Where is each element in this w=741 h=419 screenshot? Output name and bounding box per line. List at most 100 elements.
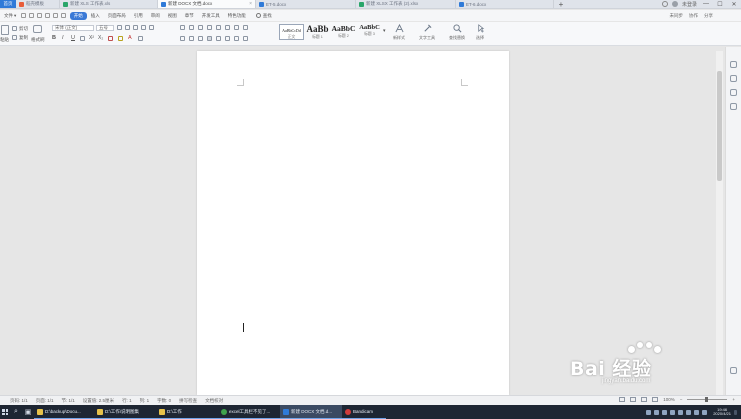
taskbar-item-images-folder[interactable]: D:\工作\说明图集: [94, 405, 156, 419]
align-right-icon[interactable]: [198, 36, 203, 41]
taskbar-item-bandicam[interactable]: Bandicam: [342, 405, 386, 419]
taskbar-clock[interactable]: 19:46 2020/4/21: [713, 407, 731, 417]
select-pane-icon[interactable]: [730, 75, 737, 82]
tray-app-icon[interactable]: [670, 409, 676, 415]
menu-insert[interactable]: 插入: [87, 12, 104, 20]
login-status[interactable]: 未登录: [682, 1, 697, 8]
doc-tab-xls[interactable]: 新建 XLS 工作表.xls: [60, 0, 158, 8]
tray-app-icon[interactable]: [646, 409, 652, 415]
decrease-indent-icon[interactable]: [198, 25, 203, 30]
char-border-icon[interactable]: [149, 25, 154, 30]
status-spell-check[interactable]: 拼写检查: [179, 398, 197, 404]
avatar[interactable]: [671, 1, 678, 7]
zoom-slider-knob[interactable]: [705, 397, 709, 402]
sort-icon[interactable]: [225, 25, 230, 30]
taskbar-item-work-folder[interactable]: D:\工作: [156, 405, 218, 419]
doc-tab-et5[interactable]: ET-5.docx: [256, 0, 356, 8]
text-tools-button[interactable]: 文字工具: [416, 24, 438, 41]
doc-tab-et6[interactable]: ET-6.docx: [456, 0, 554, 8]
numbered-list-icon[interactable]: [189, 25, 194, 30]
volume-icon[interactable]: [694, 409, 700, 415]
zoom-out-icon[interactable]: −: [680, 397, 683, 402]
new-tab-button[interactable]: +: [554, 0, 568, 9]
style-heading-1[interactable]: AaBb 标题 1: [305, 24, 330, 40]
select-button[interactable]: 选择: [469, 24, 491, 41]
menu-developer[interactable]: 开发工具: [198, 12, 224, 20]
file-menu[interactable]: 文件 ▾: [1, 13, 19, 19]
grow-font-icon[interactable]: [117, 25, 122, 30]
styles-more-icon[interactable]: ▾: [383, 28, 386, 34]
style-heading-3[interactable]: AaBbC 标题 3: [357, 24, 382, 40]
property-pane-icon[interactable]: [730, 89, 737, 96]
search-icon[interactable]: ⌕: [10, 405, 22, 419]
bullet-list-icon[interactable]: [180, 25, 185, 30]
subscript-icon[interactable]: X₂: [98, 35, 103, 41]
format-painter-label[interactable]: 格式刷: [31, 37, 45, 43]
line-spacing-icon[interactable]: [225, 36, 230, 41]
help-icon[interactable]: [661, 1, 668, 7]
style-pane-icon[interactable]: [730, 61, 737, 68]
save-icon[interactable]: [28, 13, 34, 18]
paste-icon[interactable]: [1, 25, 9, 35]
find-replace-button[interactable]: 查找替换: [446, 24, 468, 41]
taskbar-item-backup-folder[interactable]: D:\backup\Docu...: [34, 405, 94, 419]
maximize-button[interactable]: ☐: [715, 1, 725, 8]
home-tab[interactable]: 首页: [0, 0, 16, 8]
font-name-select[interactable]: 宋体 (正文): [52, 25, 94, 31]
menu-review[interactable]: 审阅: [147, 12, 164, 20]
open-icon[interactable]: [20, 13, 26, 18]
scrollbar-thumb[interactable]: [717, 71, 722, 181]
align-left-icon[interactable]: [180, 36, 185, 41]
text-effect-icon[interactable]: [108, 36, 113, 41]
clear-format-icon[interactable]: [133, 25, 138, 30]
outline-view-icon[interactable]: [630, 397, 637, 402]
input-method-icon[interactable]: [702, 409, 708, 415]
task-view-icon[interactable]: ▣: [22, 405, 34, 419]
chinese-layout-icon[interactable]: [216, 25, 221, 30]
highlight-icon[interactable]: [118, 36, 123, 41]
redo-icon[interactable]: [60, 13, 66, 18]
page-view-icon[interactable]: [619, 397, 626, 402]
menu-home[interactable]: 开始: [69, 11, 87, 20]
zoom-in-icon[interactable]: +: [732, 397, 735, 402]
backup-pane-icon[interactable]: [730, 103, 737, 110]
zoom-level[interactable]: 100%: [663, 397, 675, 402]
align-center-icon[interactable]: [189, 36, 194, 41]
copy-label[interactable]: 复制: [19, 35, 28, 41]
copy-icon[interactable]: [12, 35, 17, 40]
paragraph-borders-icon[interactable]: [243, 36, 248, 41]
search-command[interactable]: 查找: [255, 13, 272, 19]
tray-app-icon[interactable]: [654, 409, 660, 415]
status-page-number[interactable]: 页码: 1/1: [10, 398, 28, 404]
close-tab-icon[interactable]: ×: [249, 1, 252, 7]
menu-features[interactable]: 特色功能: [224, 12, 250, 20]
zoom-slider[interactable]: [687, 397, 728, 402]
start-button[interactable]: [0, 405, 10, 419]
tray-app-icon[interactable]: [662, 409, 668, 415]
bold-icon[interactable]: B: [52, 35, 56, 41]
web-view-icon[interactable]: [641, 397, 648, 402]
doc-tab-templates[interactable]: 稻壳模板: [16, 0, 60, 8]
underline-icon[interactable]: U: [71, 35, 75, 41]
print-icon[interactable]: [36, 13, 42, 18]
new-style-button[interactable]: 新样式: [388, 24, 410, 41]
close-window-button[interactable]: ✕: [729, 1, 739, 8]
network-icon[interactable]: [686, 409, 692, 415]
preview-icon[interactable]: [44, 13, 50, 18]
cut-icon[interactable]: [12, 26, 17, 31]
cut-label[interactable]: 剪切: [19, 26, 28, 32]
document-page[interactable]: [197, 51, 509, 395]
status-proofread[interactable]: 文档校对: [205, 398, 223, 404]
paste-label[interactable]: 粘贴: [0, 37, 9, 43]
taskbar-item-browser[interactable]: excel工具栏不见了...: [218, 405, 280, 419]
undo-icon[interactable]: [52, 13, 58, 18]
shrink-font-icon[interactable]: [125, 25, 130, 30]
doc-tab-docx-active[interactable]: 新建 DOCX 文档.docx ×: [158, 0, 256, 8]
superscript-icon[interactable]: X²: [89, 35, 94, 41]
doc-tab-xlsx[interactable]: 新建 XLSX 工作表 (2).xlsx: [356, 0, 456, 8]
pinyin-icon[interactable]: [141, 25, 146, 30]
share-button[interactable]: 分享: [704, 13, 713, 19]
menu-page-layout[interactable]: 页面布局: [104, 12, 130, 20]
taskbar-item-wps-document[interactable]: 新建 DOCX 文档.d...: [280, 405, 342, 419]
shading-icon[interactable]: [234, 36, 239, 41]
